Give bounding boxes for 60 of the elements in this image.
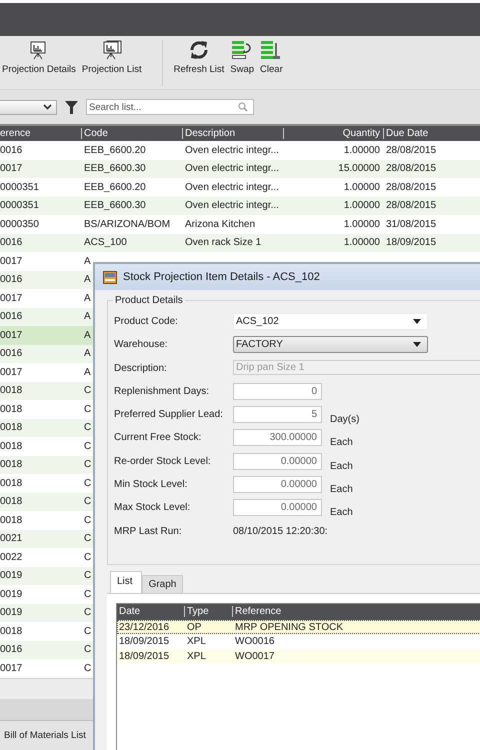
search-field[interactable]: Search list...	[86, 99, 254, 115]
chevron-down-icon	[43, 104, 52, 110]
field-label: MRP Last Run:	[114, 524, 183, 537]
refresh-icon	[188, 40, 210, 60]
tab[interactable]: Graph	[142, 574, 184, 593]
field-label: Max Stock Level:	[114, 501, 192, 514]
column-header[interactable]: Type	[184, 606, 209, 617]
number-input-field[interactable]: 300.00000	[233, 429, 322, 446]
product-code-dropdown[interactable]: ACS_102	[233, 313, 428, 330]
number-input-field[interactable]: 0.00000	[233, 452, 322, 470]
broom-lines-icon	[260, 40, 282, 60]
group-title: Product Details	[113, 295, 185, 306]
filter-dropdown[interactable]	[0, 100, 57, 114]
unit-label: Each	[330, 437, 353, 448]
unit-label: Each	[330, 484, 353, 496]
grid-row[interactable]: 18/09/2015 XPL WO0017	[117, 648, 480, 664]
disabled-input-field: Drip pan Size 1	[233, 360, 480, 375]
field-label: Re-order Stock Level:	[114, 454, 212, 467]
table-row[interactable]: 0000351 EEB_6600.30 Oven electric integr... 1.00000 28/08/2015	[0, 196, 480, 215]
column-header[interactable]: Quantity	[342, 128, 384, 139]
toolbar-button[interactable]: Projection Details	[2, 40, 76, 75]
column-header[interactable]: erence	[0, 128, 31, 139]
toolbar-button[interactable]: Clear	[260, 40, 283, 75]
field-label: Min Stock Level:	[114, 478, 188, 490]
column-header[interactable]: Due Date	[386, 128, 428, 139]
column-header[interactable]: Reference	[232, 606, 282, 617]
table-row[interactable]: 0016 ACS_100 Oven rack Size 1 1.00000 18/09/2015	[0, 234, 480, 252]
table-row[interactable]: 0017 EEB_6600.30 Oven electric integr... 15.00000 28/08/2015	[0, 160, 480, 178]
bottom-tab[interactable]: Bill of Materials List	[0, 720, 96, 750]
field-label: Current Free Stock:	[114, 431, 202, 444]
number-input-field[interactable]: 0.00000	[233, 499, 322, 516]
number-input-field[interactable]: 0	[233, 382, 322, 400]
dropdown-arrow-icon	[413, 319, 421, 324]
warehouse-select[interactable]: FACTORY	[233, 336, 428, 354]
column-header[interactable]: Code	[81, 128, 108, 139]
field-label: Replenishment Days:	[114, 384, 210, 397]
field-label: Preferred Supplier Lead:	[114, 408, 224, 420]
unit-label: Day(s)	[330, 414, 360, 426]
search-icon	[238, 102, 248, 112]
filter-icon[interactable]	[65, 100, 78, 114]
unit-label: Each	[330, 460, 353, 472]
app-icon	[103, 270, 117, 284]
column-header[interactable]: Date	[119, 606, 140, 617]
column-header[interactable]: Description	[182, 128, 284, 139]
presentation-icon	[102, 40, 122, 60]
number-input-field[interactable]: 5	[233, 406, 322, 424]
toolbar-button[interactable]: Projection List	[82, 40, 142, 75]
swap-icon	[231, 40, 254, 60]
dropdown-arrow-icon	[413, 342, 421, 348]
field-label: Description:	[114, 362, 168, 374]
dialog-title: Stock Projection Item Details - ACS_102	[123, 271, 320, 283]
unit-label: Each	[330, 507, 353, 518]
toolbar-button[interactable]: Refresh List	[174, 40, 224, 75]
field-label: Warehouse:	[114, 338, 169, 350]
field-label: Product Code:	[114, 315, 179, 327]
toolbar-button[interactable]: Swap	[230, 40, 254, 75]
number-input-field[interactable]: 0.00000	[233, 476, 322, 494]
tab[interactable]: List	[110, 570, 142, 593]
selected-grid-row[interactable]: 23/12/2016 OP MRP OPENING STOCK	[117, 620, 480, 634]
field-value: 08/10/2015 12:20:30:	[233, 524, 328, 537]
